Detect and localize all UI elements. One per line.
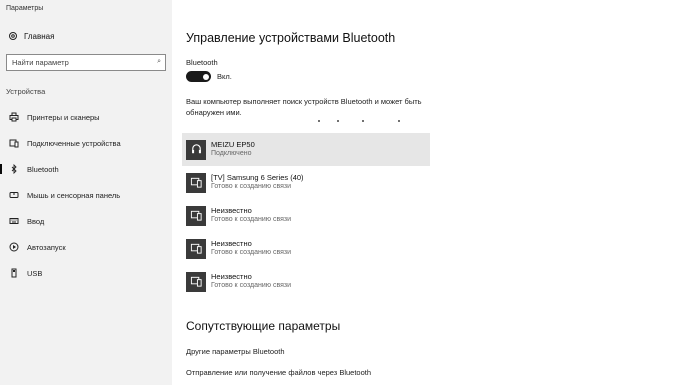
home-icon [9,32,17,40]
device-name: [TV] Samsung 6 Series (40) [211,173,304,182]
device-icon [186,205,206,226]
device-item[interactable]: MEIZU EP50 Подключено [182,133,430,166]
sidebar-item-label: Подключенные устройства [27,138,121,148]
device-item[interactable]: Неизвестно Готово к созданию связи [182,199,430,232]
device-status: Готово к созданию связи [211,216,292,223]
sidebar-item-autoplay[interactable]: Автозапуск [0,234,172,260]
searching-progress-dots [318,120,408,124]
sidebar-item-mouse[interactable]: Мышь и сенсорная панель [0,182,172,208]
device-status: Готово к созданию связи [211,249,292,256]
progress-dot [318,120,320,122]
sidebar-item-label: Принтеры и сканеры [27,112,100,122]
sidebar-item-bluetooth[interactable]: Bluetooth [0,156,172,182]
search-icon[interactable]: ⌕ [157,58,161,66]
send-receive-files-link[interactable]: Отправление или получение файлов через B… [186,368,371,377]
search-placeholder: Найти параметр [12,58,69,67]
device-status: Подключено [211,150,252,157]
related-settings-title: Сопутствующие параметры [186,319,341,333]
search-input[interactable]: Найти параметр ⌕ [6,54,166,71]
progress-dot [362,120,364,122]
progress-dot [398,120,400,122]
sidebar-item-label: Мышь и сенсорная панель [27,190,121,200]
home-label: Главная [24,31,55,41]
keyboard-icon [9,216,19,226]
bluetooth-icon [9,164,19,174]
home-link[interactable]: Главная [8,31,54,41]
sidebar-item-input[interactable]: Ввод [0,208,172,234]
device-name: Неизвестно [211,272,252,281]
device-name: MEIZU EP50 [211,140,255,149]
main-content: Управление устройствами Bluetooth Blueto… [182,0,696,385]
discovery-text: Ваш компьютер выполняет поиск устройств … [186,97,422,117]
device-status: Готово к созданию связи [211,183,292,190]
device-icon [186,238,206,259]
device-item[interactable]: Неизвестно Готово к созданию связи [182,265,430,298]
devices-icon [9,138,19,148]
device-status: Готово к созданию связи [211,282,292,289]
device-name: Неизвестно [211,239,252,248]
device-icon [186,271,206,292]
printer-icon [9,112,19,122]
page-title: Управление устройствами Bluetooth [186,31,396,45]
autoplay-icon [9,242,19,252]
sidebar-item-devices[interactable]: Подключенные устройства [0,130,172,156]
sidebar: Параметры Главная Найти параметр ⌕ Устро… [0,0,172,385]
app-title: Параметры [6,5,44,12]
sidebar-item-label: Ввод [27,216,45,226]
device-item[interactable]: [TV] Samsung 6 Series (40) Готово к созд… [182,166,430,199]
device-name: Неизвестно [211,206,252,215]
sidebar-nav: Принтеры и сканеры Подключенные устройст… [0,104,172,286]
mouse-icon [9,190,19,200]
sidebar-item-label: USB [27,268,43,278]
sidebar-item-usb[interactable]: USB [0,260,172,286]
toggle-state-text: Вкл. [217,72,232,81]
bluetooth-toggle-label: Bluetooth [186,58,218,67]
bluetooth-toggle[interactable] [186,71,211,82]
section-label: Устройства [6,87,46,96]
device-icon [186,172,206,193]
bluetooth-toggle-row: Вкл. [186,71,232,82]
sidebar-item-label: Bluetooth [27,164,59,174]
progress-dot [337,120,339,122]
headset-icon [186,139,206,160]
sidebar-item-label: Автозапуск [27,242,66,252]
device-item[interactable]: Неизвестно Готово к созданию связи [182,232,430,265]
sidebar-item-printers[interactable]: Принтеры и сканеры [0,104,172,130]
more-bluetooth-options-link[interactable]: Другие параметры Bluetooth [186,347,285,356]
device-list: MEIZU EP50 Подключено [TV] Samsung 6 Ser… [182,133,430,298]
usb-icon [9,268,19,278]
